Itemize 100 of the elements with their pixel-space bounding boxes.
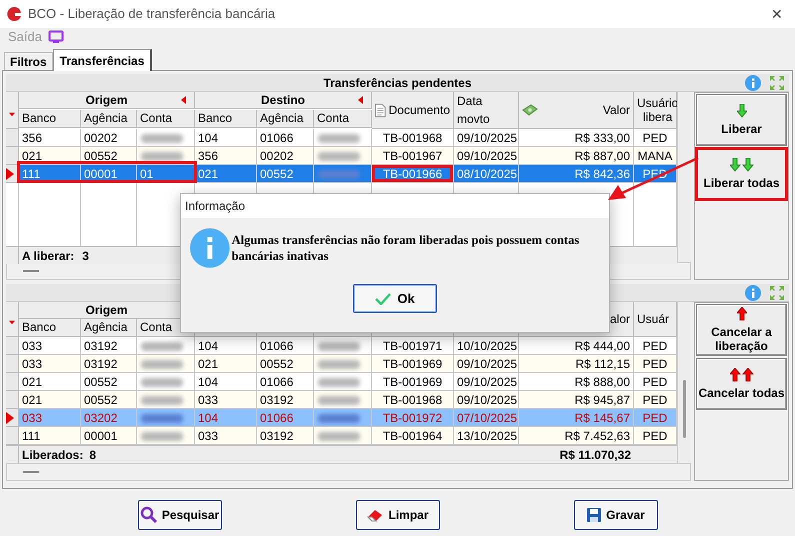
tab[interactable]: Filtros — [4, 52, 53, 70]
column-group-header: Destino — [260, 92, 305, 109]
column-header: Usuário libera — [634, 92, 677, 129]
splitter-handle[interactable] — [23, 270, 39, 272]
column-header: Agência — [81, 319, 137, 337]
column-header: Usuár — [634, 302, 677, 337]
table-cell: 01066 — [257, 129, 314, 147]
search-icon — [140, 506, 158, 524]
collapse-icon — [181, 96, 186, 104]
column-header: Data movto — [454, 92, 519, 129]
sort-icon — [9, 319, 15, 326]
column-header: Banco — [195, 110, 257, 128]
column-header: Banco — [19, 110, 81, 128]
table-cell: 03192 — [257, 427, 314, 445]
column-header: Conta — [314, 110, 372, 128]
table-cell: 021 — [195, 165, 257, 183]
table-cell: TB-001971 — [372, 337, 454, 355]
table-cell: 00552 — [81, 373, 137, 391]
column-header: Documento — [388, 102, 450, 119]
row-indicator[interactable] — [6, 147, 19, 165]
table-cell: 356 — [19, 129, 81, 147]
table-cell: 021 — [195, 355, 257, 373]
table-cell: PED — [634, 337, 677, 355]
table-cell: R$ 887,00 — [519, 147, 634, 165]
app-logo-icon — [6, 6, 22, 22]
table-cell: 111 — [19, 427, 81, 445]
ok-button[interactable]: Ok — [353, 284, 437, 313]
money-icon — [522, 104, 538, 116]
tab[interactable]: Transferências — [52, 49, 152, 71]
collapse-icon — [358, 96, 363, 104]
table-cell: 08/10/2025 — [454, 165, 519, 183]
save-button[interactable]: Gravar — [574, 500, 658, 530]
info-icon — [745, 285, 761, 301]
table-cell: PED — [634, 409, 677, 427]
table-cell: 09/10/2025 — [454, 147, 519, 165]
table-cell: 104 — [195, 409, 257, 427]
table-cell: TB-001969 — [372, 373, 454, 391]
search-button[interactable]: Pesquisar — [138, 500, 222, 530]
table-cell: 00001 — [81, 427, 137, 445]
table-cell: 03192 — [257, 391, 314, 409]
table-cell: 03192 — [81, 337, 137, 355]
table-cell: R$ 7.452,63 — [519, 427, 634, 445]
table-cell: PED — [634, 355, 677, 373]
close-button[interactable]: ✕ — [765, 2, 789, 26]
table-cell: 01066 — [257, 409, 314, 427]
save-icon — [586, 507, 602, 523]
dialog-message: Algumas transferências não foram liberadas pois possuem contas bancárias inativas — [232, 232, 580, 264]
footer-count: 3 — [82, 248, 89, 264]
table-cell: 104 — [195, 373, 257, 391]
release-button[interactable]: Liberar todas — [696, 148, 787, 200]
clear-button[interactable]: Limpar — [356, 500, 440, 530]
table-cell: R$ 888,00 — [519, 373, 634, 391]
table-cell: R$ 333,00 — [519, 129, 634, 147]
table-cell: PED — [634, 427, 677, 445]
table-cell: 13/10/2025 — [454, 427, 519, 445]
splitter-handle[interactable] — [23, 471, 39, 473]
table-cell: 00552 — [257, 355, 314, 373]
scrollbar-thumb[interactable] — [683, 380, 686, 438]
down-arrow-icon — [736, 104, 746, 118]
up-arrow-icon — [730, 368, 754, 382]
table-cell: PED — [634, 391, 677, 409]
table-cell: 09/10/2025 — [454, 373, 519, 391]
expand-icon — [769, 75, 785, 91]
table-cell: TB-001964 — [372, 427, 454, 445]
footer-label: Liberados: — [22, 446, 84, 464]
cancel-button[interactable]: Cancelar todas — [696, 358, 787, 410]
table-cell: 033 — [19, 337, 81, 355]
table-cell: R$ 444,00 — [519, 337, 634, 355]
cancel-button[interactable]: Cancelar a liberação — [696, 304, 787, 356]
table-cell: TB-001972 — [372, 409, 454, 427]
row-pointer-icon — [6, 168, 14, 180]
table-cell: 09/10/2025 — [454, 129, 519, 147]
table-cell: 104 — [195, 337, 257, 355]
table-cell: 07/10/2025 — [454, 409, 519, 427]
up-arrow-icon — [736, 307, 746, 321]
table-cell: PED — [634, 129, 677, 147]
table-cell: 033 — [195, 427, 257, 445]
column-header: Valor — [602, 102, 630, 119]
monitor-icon — [48, 30, 64, 44]
table-cell: 00552 — [81, 391, 137, 409]
table-cell: 10/10/2025 — [454, 337, 519, 355]
row-pointer-icon — [6, 412, 14, 424]
column-group-header: Origem — [85, 92, 128, 109]
table-cell: 021 — [19, 391, 81, 409]
table-cell: 00202 — [257, 147, 314, 165]
check-icon — [375, 292, 392, 304]
table-cell: R$ 945,87 — [519, 391, 634, 409]
table-cell: 033 — [19, 355, 81, 373]
table-cell: R$ 145,67 — [519, 409, 634, 427]
table-cell: 033 — [195, 391, 257, 409]
table-cell: 104 — [195, 129, 257, 147]
table-cell: 01066 — [257, 337, 314, 355]
table-cell: 00202 — [81, 129, 137, 147]
dialog-title: Informação — [185, 198, 246, 215]
sort-icon — [9, 111, 15, 118]
column-header: Conta — [137, 110, 195, 128]
eraser-icon — [366, 507, 384, 523]
release-button[interactable]: Liberar — [696, 94, 787, 146]
row-indicator[interactable] — [6, 409, 19, 427]
table-cell: TB-001968 — [372, 129, 454, 147]
